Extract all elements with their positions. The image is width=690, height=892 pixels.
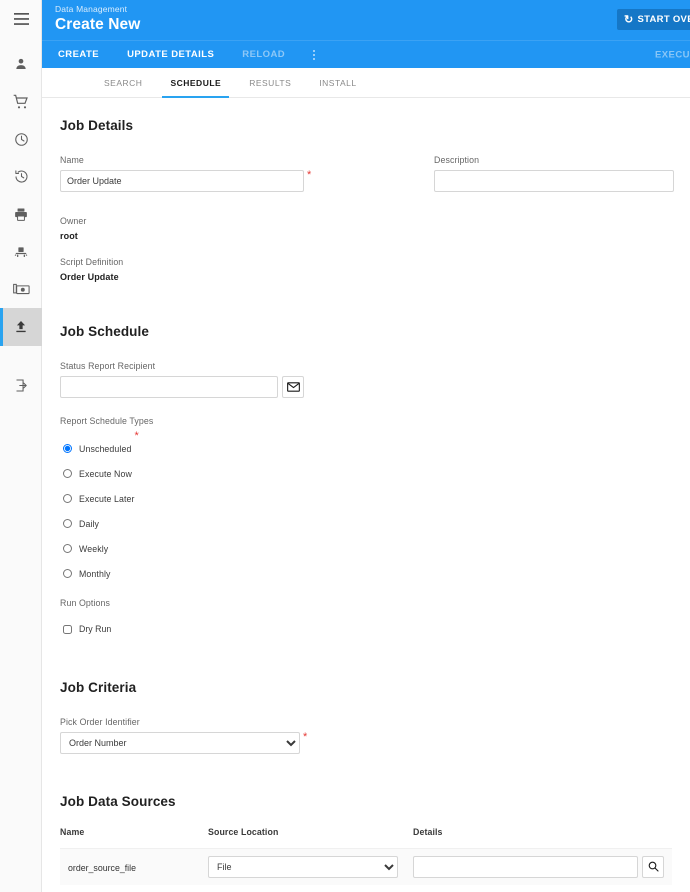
sidebar-item-user[interactable] bbox=[0, 46, 42, 84]
login-icon bbox=[14, 378, 29, 393]
radio-execute-later-input[interactable] bbox=[63, 494, 72, 503]
radio-daily-label[interactable]: Daily bbox=[79, 519, 99, 529]
radio-monthly-input[interactable] bbox=[63, 569, 72, 578]
run-options-label: Run Options bbox=[60, 598, 110, 608]
upload-icon bbox=[14, 319, 28, 334]
recipient-picker-button[interactable] bbox=[282, 376, 304, 398]
details-search-button[interactable] bbox=[642, 856, 664, 878]
pick-order-required-marker: * bbox=[303, 731, 308, 743]
radio-unscheduled-label[interactable]: Unscheduled bbox=[79, 444, 131, 454]
envelope-icon bbox=[286, 380, 300, 395]
dry-run-label[interactable]: Dry Run bbox=[79, 624, 111, 634]
radio-unscheduled[interactable]: Unscheduled * bbox=[60, 431, 690, 461]
job-criteria-heading: Job Criteria bbox=[60, 680, 137, 695]
cart-icon bbox=[13, 94, 29, 110]
pick-order-label: Pick Order Identifier bbox=[60, 717, 140, 727]
name-label: Name bbox=[60, 155, 84, 165]
column-header-source-location: Source Location bbox=[208, 827, 279, 837]
owner-label: Owner bbox=[60, 216, 87, 226]
app-root: Data Management Create New ↻ START OVER … bbox=[0, 0, 690, 892]
pick-order-select[interactable]: Order Number bbox=[60, 732, 300, 754]
job-data-sources-heading: Job Data Sources bbox=[60, 794, 176, 809]
sidebar-item-printer[interactable] bbox=[0, 196, 42, 234]
sidebar-item-upload[interactable] bbox=[0, 308, 42, 346]
action-execute: EXECUTE bbox=[654, 49, 690, 60]
description-label: Description bbox=[434, 155, 480, 165]
action-reload: RELOAD bbox=[242, 49, 286, 60]
sidebar-item-cart[interactable] bbox=[0, 83, 42, 121]
source-location-select[interactable]: File bbox=[208, 856, 398, 878]
kebab-menu-icon[interactable] bbox=[307, 46, 321, 64]
dry-run-input[interactable] bbox=[63, 624, 72, 634]
cell-details bbox=[413, 848, 672, 885]
action-bar: CREATE UPDATE DETAILS RELOAD EXECUTE bbox=[42, 40, 690, 68]
tab-install[interactable]: INSTALL bbox=[305, 68, 370, 97]
breadcrumb: Data Management bbox=[55, 4, 128, 14]
radio-weekly-input[interactable] bbox=[63, 544, 72, 553]
workstation-icon bbox=[13, 245, 29, 259]
table-row: order_source_file File bbox=[60, 848, 672, 885]
column-header-details: Details bbox=[413, 827, 443, 837]
table-header-row: Name Source Location Details bbox=[60, 827, 672, 849]
source-name-value: order_source_file bbox=[68, 863, 136, 873]
sidebar-item-clock[interactable] bbox=[0, 121, 42, 159]
cell-source-location: File bbox=[208, 848, 413, 885]
column-header-name: Name bbox=[60, 827, 85, 837]
start-over-button[interactable]: ↻ START OVER bbox=[616, 9, 690, 30]
radio-daily-input[interactable] bbox=[63, 519, 72, 528]
recipient-input[interactable] bbox=[60, 376, 278, 398]
radio-daily[interactable]: Daily bbox=[60, 511, 690, 536]
description-input[interactable] bbox=[434, 170, 674, 192]
schedule-types-label: Report Schedule Types bbox=[60, 416, 154, 426]
job-schedule-heading: Job Schedule bbox=[60, 324, 149, 339]
radio-execute-now-input[interactable] bbox=[63, 469, 72, 478]
history-icon bbox=[14, 169, 29, 184]
payment-icon bbox=[12, 283, 30, 296]
tab-schedule[interactable]: SCHEDULE bbox=[156, 68, 235, 98]
radio-unscheduled-input[interactable] bbox=[63, 444, 72, 453]
main-column: Data Management Create New ↻ START OVER … bbox=[42, 0, 690, 892]
checkbox-dry-run[interactable]: Dry Run bbox=[60, 618, 690, 640]
details-input[interactable] bbox=[413, 856, 638, 878]
sidebar-item-menu[interactable] bbox=[0, 0, 42, 38]
radio-execute-now-label[interactable]: Execute Now bbox=[79, 469, 132, 479]
search-icon bbox=[648, 860, 659, 875]
radio-execute-now[interactable]: Execute Now bbox=[60, 461, 690, 486]
user-icon bbox=[14, 57, 28, 71]
radio-execute-later[interactable]: Execute Later bbox=[60, 486, 690, 511]
tab-results[interactable]: RESULTS bbox=[235, 68, 305, 97]
action-update-details[interactable]: UPDATE DETAILS bbox=[127, 49, 214, 60]
page-title: Create New bbox=[55, 16, 141, 33]
radio-weekly-label[interactable]: Weekly bbox=[79, 544, 108, 554]
menu-icon bbox=[13, 12, 29, 25]
radio-monthly-label[interactable]: Monthly bbox=[79, 569, 111, 579]
name-required-marker: * bbox=[307, 169, 312, 181]
sidebar-item-payment[interactable] bbox=[0, 271, 42, 309]
name-input[interactable] bbox=[60, 170, 304, 192]
sidebar-item-history[interactable] bbox=[0, 158, 42, 196]
tab-search[interactable]: SEARCH bbox=[90, 68, 156, 97]
refresh-icon: ↻ bbox=[623, 13, 634, 26]
clock-icon bbox=[14, 132, 29, 147]
radio-execute-later-label[interactable]: Execute Later bbox=[79, 494, 135, 504]
sidebar-item-login[interactable] bbox=[0, 367, 42, 405]
script-definition-value: Order Update bbox=[60, 272, 119, 282]
radio-monthly[interactable]: Monthly bbox=[60, 561, 690, 586]
job-details-heading: Job Details bbox=[60, 118, 134, 133]
radio-weekly[interactable]: Weekly bbox=[60, 536, 690, 561]
recipient-label: Status Report Recipient bbox=[60, 361, 156, 371]
tab-bar: SEARCH SCHEDULE RESULTS INSTALL bbox=[42, 68, 690, 98]
action-create[interactable]: CREATE bbox=[58, 49, 99, 60]
page-header: Data Management Create New ↻ START OVER bbox=[42, 0, 690, 40]
schedule-required-marker: * bbox=[134, 430, 139, 442]
sidebar-item-workstation[interactable] bbox=[0, 233, 42, 271]
schedule-panel: Job Details Name * Description bbox=[42, 98, 690, 892]
script-definition-label: Script Definition bbox=[60, 257, 124, 267]
cell-name: order_source_file bbox=[60, 848, 208, 885]
owner-value: root bbox=[60, 231, 78, 241]
start-over-label: START OVER bbox=[637, 14, 690, 25]
data-sources-table: Name Source Location Details order_sourc… bbox=[60, 827, 672, 885]
sidebar bbox=[0, 0, 42, 892]
printer-icon bbox=[13, 207, 29, 222]
